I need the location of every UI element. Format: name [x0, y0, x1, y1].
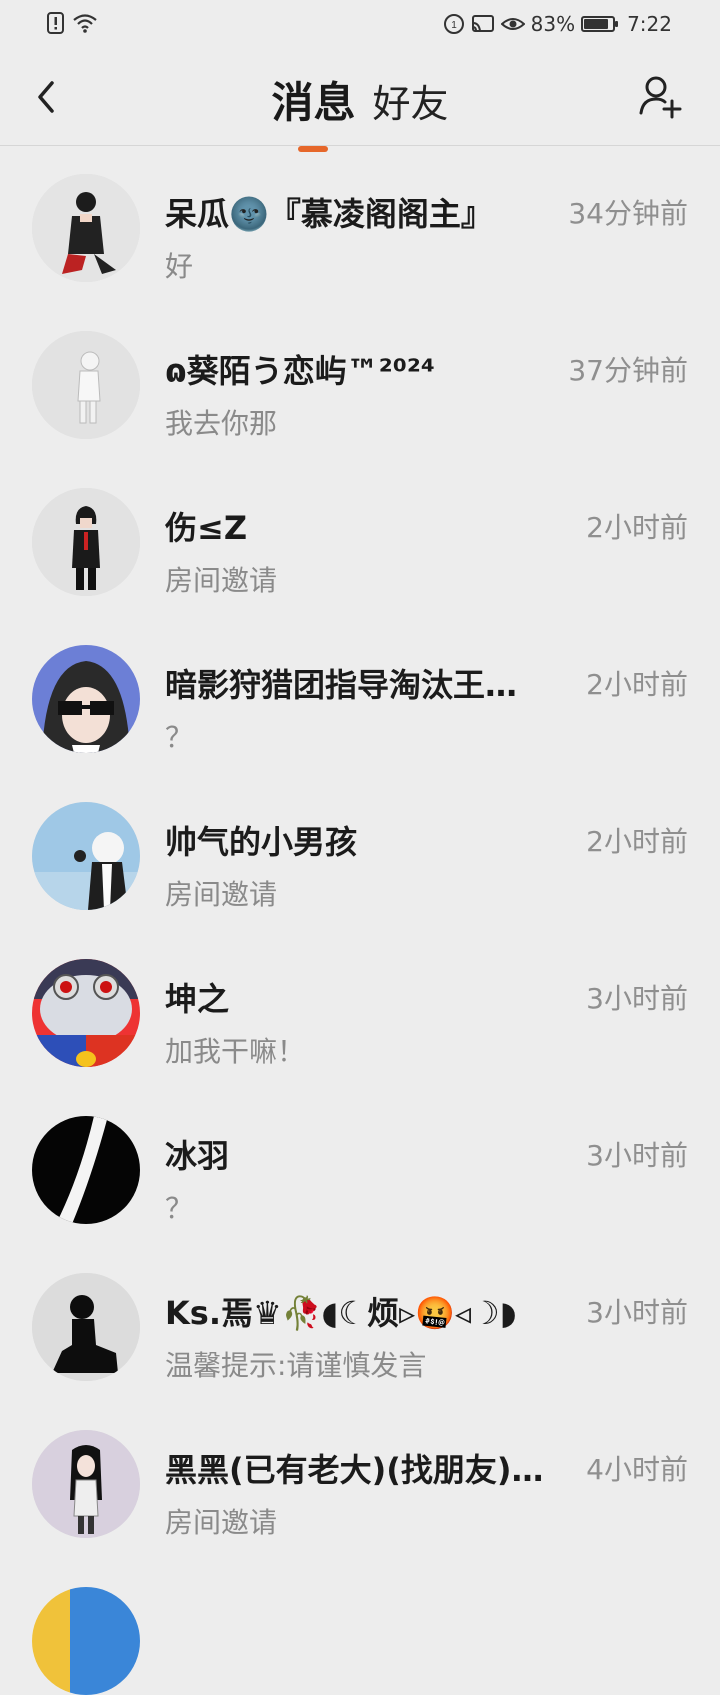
- avatar[interactable]: [32, 802, 140, 910]
- message-preview: 我去你那: [165, 407, 278, 440]
- avatar[interactable]: [32, 1430, 140, 1538]
- contact-name: 冰羽: [165, 1137, 230, 1175]
- tab-messages-label: 消息: [271, 78, 356, 127]
- avatar-image: [32, 1430, 140, 1538]
- message-time: 2小时前: [586, 511, 688, 544]
- tab-messages[interactable]: 消息: [271, 69, 356, 152]
- message-preview: ？: [165, 721, 194, 754]
- contact-name: Ks.焉♛🥀◖☾烦▹🤬◃☽◗: [165, 1294, 517, 1332]
- battery-percent: 83%: [530, 12, 576, 36]
- conversation-row[interactable]: 暗影狩猎团指导淘汰王… ？ 2小时前: [0, 618, 720, 775]
- eye-icon: [500, 18, 525, 30]
- avatar[interactable]: [32, 331, 140, 439]
- message-preview: 加我干嘛！: [165, 1035, 306, 1068]
- message-time: 37分钟前: [568, 354, 688, 387]
- conversation-row[interactable]: Ks.焉♛🥀◖☾烦▹🤬◃☽◗ 温馨提示:请谨慎发言 3小时前: [0, 1246, 720, 1403]
- conversation-row[interactable]: ɷ葵陌う恋屿™²⁰²⁴ 我去你那 37分钟前: [0, 304, 720, 461]
- conversation-row[interactable]: 坤之 加我干嘛！ 3小时前: [0, 932, 720, 1089]
- contact-name: 伤≤Z: [165, 509, 248, 547]
- avatar[interactable]: [32, 645, 140, 753]
- svg-text:1: 1: [451, 20, 457, 31]
- message-time: 4小时前: [586, 1453, 688, 1486]
- contact-name: 坤之: [165, 980, 230, 1018]
- avatar-image: [32, 1273, 140, 1381]
- conversation-row[interactable]: 呆瓜🌚『慕凌阁阁主』 好 34分钟前: [0, 147, 720, 304]
- message-time: 2小时前: [586, 825, 688, 858]
- message-time: 2小时前: [586, 668, 688, 701]
- tab-friends[interactable]: 好友: [373, 73, 449, 128]
- top-nav-bar: 消息 好友: [0, 55, 720, 152]
- avatar-image: [32, 331, 140, 439]
- message-time: 3小时前: [586, 1139, 688, 1172]
- clock-time: 7:22: [627, 12, 672, 36]
- tab-bar: 消息 好友: [0, 69, 720, 152]
- avatar[interactable]: [32, 959, 140, 1067]
- message-preview: 房间邀请: [165, 1506, 278, 1539]
- conversation-list: 呆瓜🌚『慕凌阁阁主』 好 34分钟前 ɷ葵陌う恋屿™²⁰²⁴ 我去你那 37分钟…: [0, 147, 720, 1560]
- status-left-icons: [46, 12, 98, 34]
- message-time: 3小时前: [586, 982, 688, 1015]
- wifi-icon: [73, 14, 97, 33]
- battery-icon: [581, 16, 619, 32]
- message-time: 3小时前: [586, 1296, 688, 1329]
- alert-icon: [47, 12, 64, 34]
- conversation-row[interactable]: 伤≤Z 房间邀请 2小时前: [0, 461, 720, 618]
- avatar[interactable]: [32, 488, 140, 596]
- avatar-image: [32, 488, 140, 596]
- message-preview: 好: [165, 250, 194, 283]
- avatar-image: [32, 802, 140, 910]
- contact-name: ɷ葵陌う恋屿™²⁰²⁴: [165, 352, 435, 390]
- message-time: 34分钟前: [568, 197, 688, 230]
- avatar-image: [32, 959, 140, 1067]
- conversation-row[interactable]: 黑黑(已有老大)(找朋友)… 房间邀请 4小时前: [0, 1403, 720, 1560]
- message-preview: 温馨提示:请谨慎发言: [165, 1349, 427, 1382]
- message-preview: ？: [165, 1192, 194, 1225]
- cast-icon: [471, 15, 494, 32]
- contact-name: 黑黑(已有老大)(找朋友)…: [165, 1451, 544, 1489]
- contact-name: 暗影狩猎团指导淘汰王…: [165, 666, 518, 704]
- avatar[interactable]: [32, 174, 140, 282]
- avatar-partial[interactable]: [32, 1587, 140, 1695]
- message-preview: 房间邀请: [165, 564, 278, 597]
- contact-name: 帅气的小男孩: [165, 823, 358, 861]
- message-preview: 房间邀请: [165, 878, 278, 911]
- conversation-row[interactable]: 冰羽 ？ 3小时前: [0, 1089, 720, 1246]
- avatar-image: [32, 174, 140, 282]
- avatar[interactable]: [32, 1273, 140, 1381]
- conversation-row[interactable]: 帅气的小男孩 房间邀请 2小时前: [0, 775, 720, 932]
- status-bar: 1 83% 7:22: [0, 0, 720, 50]
- avatar-image: [32, 1116, 140, 1224]
- status-right-icons: 1 83% 7:22: [443, 12, 672, 36]
- avatar-image: [32, 645, 140, 753]
- hd-call-icon: 1: [443, 14, 464, 34]
- avatar[interactable]: [32, 1116, 140, 1224]
- add-friend-icon[interactable]: [636, 73, 684, 121]
- tab-friends-label: 好友: [372, 82, 449, 126]
- contact-name: 呆瓜🌚『慕凌阁阁主』: [165, 195, 493, 233]
